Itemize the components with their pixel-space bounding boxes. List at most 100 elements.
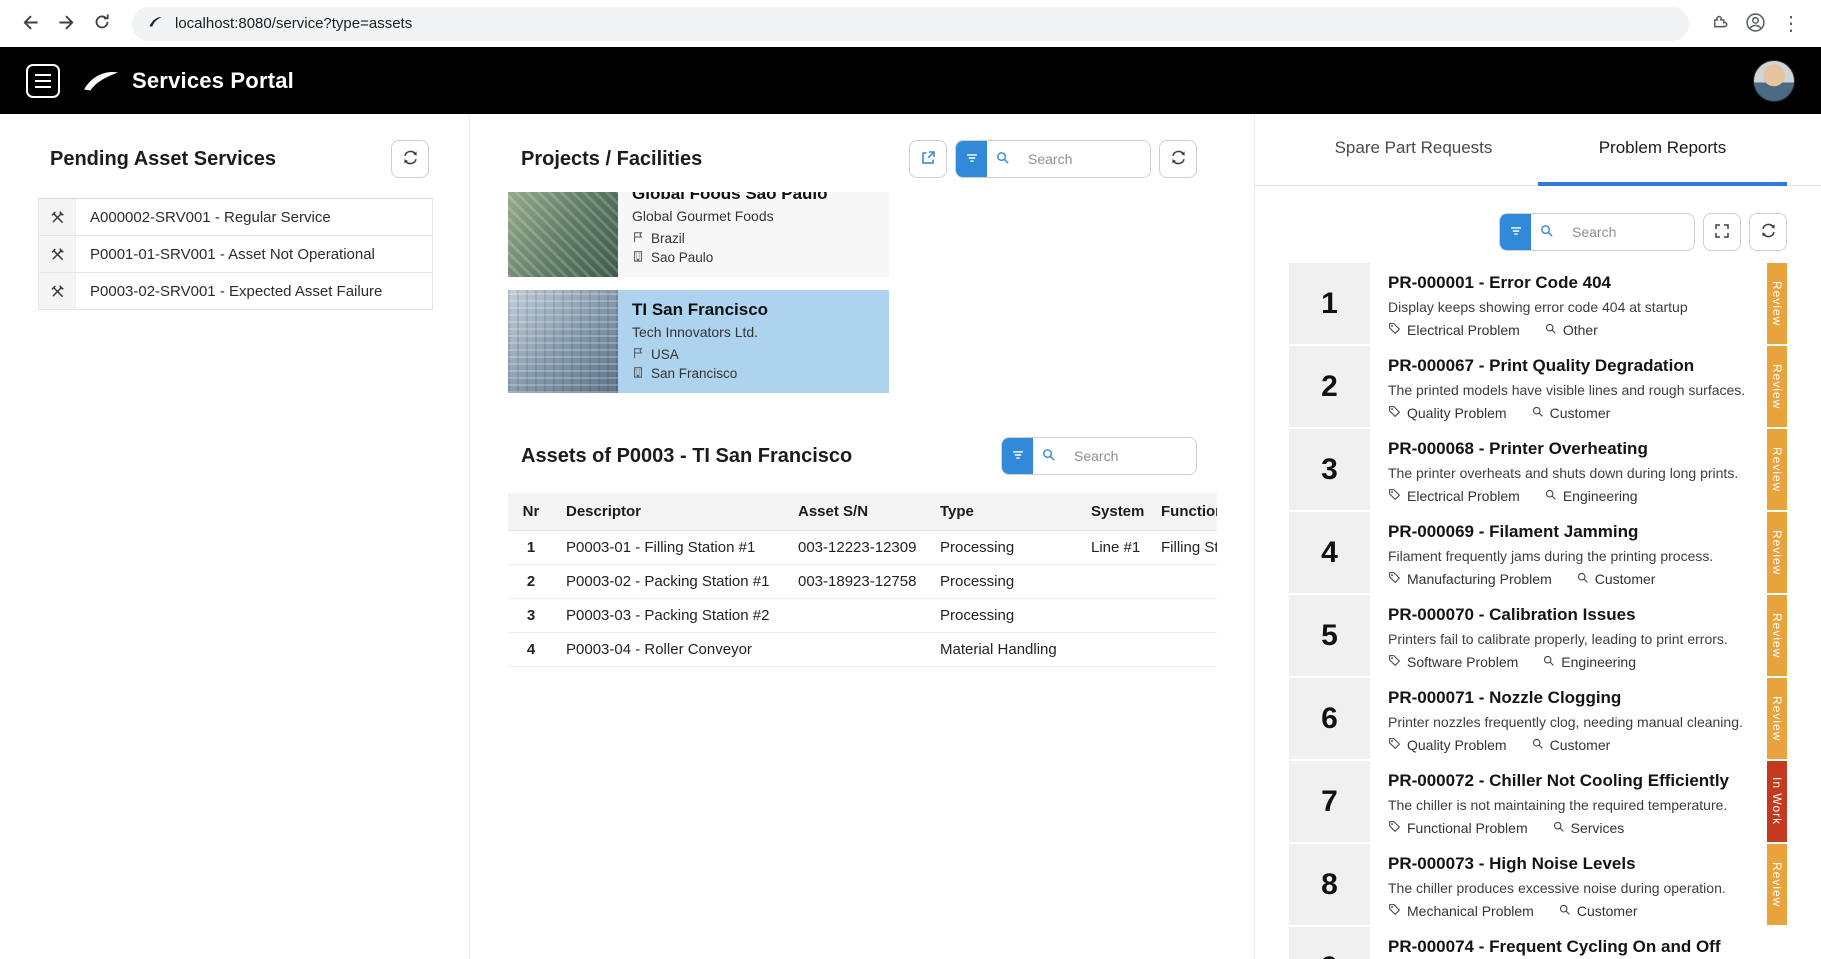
report-description: The printed models have visible lines an… (1388, 382, 1755, 398)
asset-system (1079, 598, 1149, 632)
problem-report-item[interactable]: 7 PR-000072 - Chiller Not Cooling Effici… (1289, 761, 1787, 842)
asset-function: Filling St (1149, 530, 1217, 564)
projects-search-input[interactable] (1018, 141, 1150, 177)
projects-filter-button[interactable] (956, 141, 987, 177)
problem-type-label: Software Problem (1407, 654, 1518, 670)
asset-type: Processing (928, 598, 1079, 632)
browser-menu-button[interactable]: ⋮ (1773, 6, 1809, 42)
puzzle-icon (1710, 13, 1729, 35)
open-in-new-button[interactable] (909, 140, 947, 178)
reports-filter-button[interactable] (1500, 214, 1531, 250)
asset-table-row[interactable]: 3 P0003-03 - Packing Station #2 Processi… (508, 598, 1217, 632)
assets-search-input[interactable] (1064, 438, 1196, 474)
status-ribbon: Review (1767, 844, 1787, 925)
assets-table-header: Nr Descriptor Asset S/N Type System Func… (508, 493, 1217, 530)
asset-descriptor: P0003-03 - Packing Station #2 (554, 598, 786, 632)
facility-photo (508, 192, 618, 277)
magnifier-icon (1531, 737, 1544, 753)
status-ribbon: In Work (1767, 761, 1787, 842)
browser-reload-button[interactable] (84, 6, 120, 42)
app-logo-icon (82, 68, 120, 94)
pending-service-label: A000002-SRV001 - Regular Service (76, 209, 331, 226)
report-title: PR-000070 - Calibration Issues (1388, 605, 1755, 625)
menu-button[interactable] (26, 64, 60, 98)
tab-spare-part-requests[interactable]: Spare Part Requests (1289, 114, 1538, 186)
asset-system (1079, 632, 1149, 666)
status-ribbon: Review (1767, 678, 1787, 759)
pending-service-item[interactable]: P0001-01-SRV001 - Asset Not Operational (38, 236, 433, 273)
tab-problem-reports[interactable]: Problem Reports (1538, 114, 1787, 186)
problem-report-item[interactable]: 1 PR-000001 - Error Code 404 Display kee… (1289, 263, 1787, 344)
report-description: The chiller is not maintaining the requi… (1388, 797, 1755, 813)
browser-forward-button[interactable] (48, 6, 84, 42)
asset-table-row[interactable]: 1 P0003-01 - Filling Station #1 003-1222… (508, 530, 1217, 564)
report-number: 5 (1289, 595, 1370, 676)
reports-toolbar (1289, 213, 1787, 251)
problem-type-label: Mechanical Problem (1407, 903, 1534, 919)
reports-search-button[interactable] (1531, 214, 1562, 250)
reports-expand-button[interactable] (1703, 213, 1741, 251)
pending-service-label: P0003-02-SRV001 - Expected Asset Failure (76, 283, 382, 300)
reports-search-group (1499, 213, 1695, 251)
assets-search-button[interactable] (1033, 438, 1064, 474)
browser-back-button[interactable] (12, 6, 48, 42)
report-number: 1 (1289, 263, 1370, 344)
facility-photo (508, 290, 618, 393)
problem-report-item[interactable]: 4 PR-000069 - Filament Jamming Filament … (1289, 512, 1787, 593)
pending-service-item[interactable]: A000002-SRV001 - Regular Service (38, 199, 433, 236)
pending-refresh-button[interactable] (391, 140, 429, 178)
flag-icon (632, 347, 644, 362)
projects-refresh-button[interactable] (1159, 140, 1197, 178)
tag-icon (1388, 488, 1401, 504)
report-number: 2 (1289, 346, 1370, 427)
asset-table-row[interactable]: 2 P0003-02 - Packing Station #1 003-1892… (508, 564, 1217, 598)
report-title: PR-000068 - Printer Overheating (1388, 439, 1755, 459)
projects-search-group (955, 140, 1151, 178)
user-avatar[interactable] (1753, 60, 1795, 102)
asset-table-row[interactable]: 4 P0003-04 - Roller Conveyor Material Ha… (508, 632, 1217, 666)
screen: ⋮ Services Portal Pending Asset Services… (0, 0, 1821, 959)
problem-report-item[interactable]: 9 PR-000074 - Frequent Cycling On and Of… (1289, 927, 1787, 959)
magnifier-icon (1544, 488, 1557, 504)
crossed-tools-icon (39, 273, 76, 309)
status-label: Review (1770, 862, 1784, 907)
origin-label: Engineering (1563, 488, 1638, 504)
problem-report-item[interactable]: 8 PR-000073 - High Noise Levels The chil… (1289, 844, 1787, 925)
forward-icon (57, 13, 76, 35)
search-icon (1539, 223, 1554, 241)
projects-search-button[interactable] (987, 141, 1018, 177)
project-card[interactable]: Global Foods Sao Paulo Global Gourmet Fo… (508, 192, 889, 277)
reports-panel: Spare Part Requests Problem Reports (1255, 114, 1821, 959)
reports-refresh-button[interactable] (1749, 213, 1787, 251)
project-city: Sao Paulo (651, 250, 713, 265)
reports-search-input[interactable] (1562, 214, 1694, 250)
browser-chrome: ⋮ (0, 0, 1821, 47)
url-input[interactable] (173, 14, 1673, 33)
crossed-tools-icon (39, 236, 76, 272)
report-description: The printer overheats and shuts down dur… (1388, 465, 1755, 481)
pending-service-item[interactable]: P0003-02-SRV001 - Expected Asset Failure (38, 273, 433, 310)
assets-filter-button[interactable] (1002, 438, 1033, 474)
pending-service-label: P0001-01-SRV001 - Asset Not Operational (76, 246, 375, 263)
origin-label: Customer (1577, 903, 1638, 919)
asset-function (1149, 598, 1217, 632)
magnifier-icon (1552, 820, 1565, 836)
extensions-button[interactable] (1701, 6, 1737, 42)
status-ribbon: Review (1767, 595, 1787, 676)
asset-type: Processing (928, 564, 1079, 598)
profile-button[interactable] (1737, 6, 1773, 42)
problem-report-item[interactable]: 3 PR-000068 - Printer Overheating The pr… (1289, 429, 1787, 510)
main-content: Pending Asset Services A000002-SRV001 - … (0, 114, 1821, 959)
status-label: Review (1770, 530, 1784, 575)
report-title: PR-000074 - Frequent Cycling On and Off (1388, 937, 1755, 957)
asset-nr: 4 (508, 632, 554, 666)
problem-report-item[interactable]: 5 PR-000070 - Calibration Issues Printer… (1289, 595, 1787, 676)
url-bar[interactable] (132, 7, 1689, 41)
origin-label: Other (1563, 322, 1598, 338)
status-ribbon: Review (1767, 263, 1787, 344)
problem-report-item[interactable]: 2 PR-000067 - Print Quality Degradation … (1289, 346, 1787, 427)
problem-report-item[interactable]: 6 PR-000071 - Nozzle Clogging Printer no… (1289, 678, 1787, 759)
project-card[interactable]: TI San Francisco Tech Innovators Ltd. US… (508, 290, 889, 393)
problem-type-label: Functional Problem (1407, 820, 1528, 836)
filter-icon (965, 151, 979, 168)
